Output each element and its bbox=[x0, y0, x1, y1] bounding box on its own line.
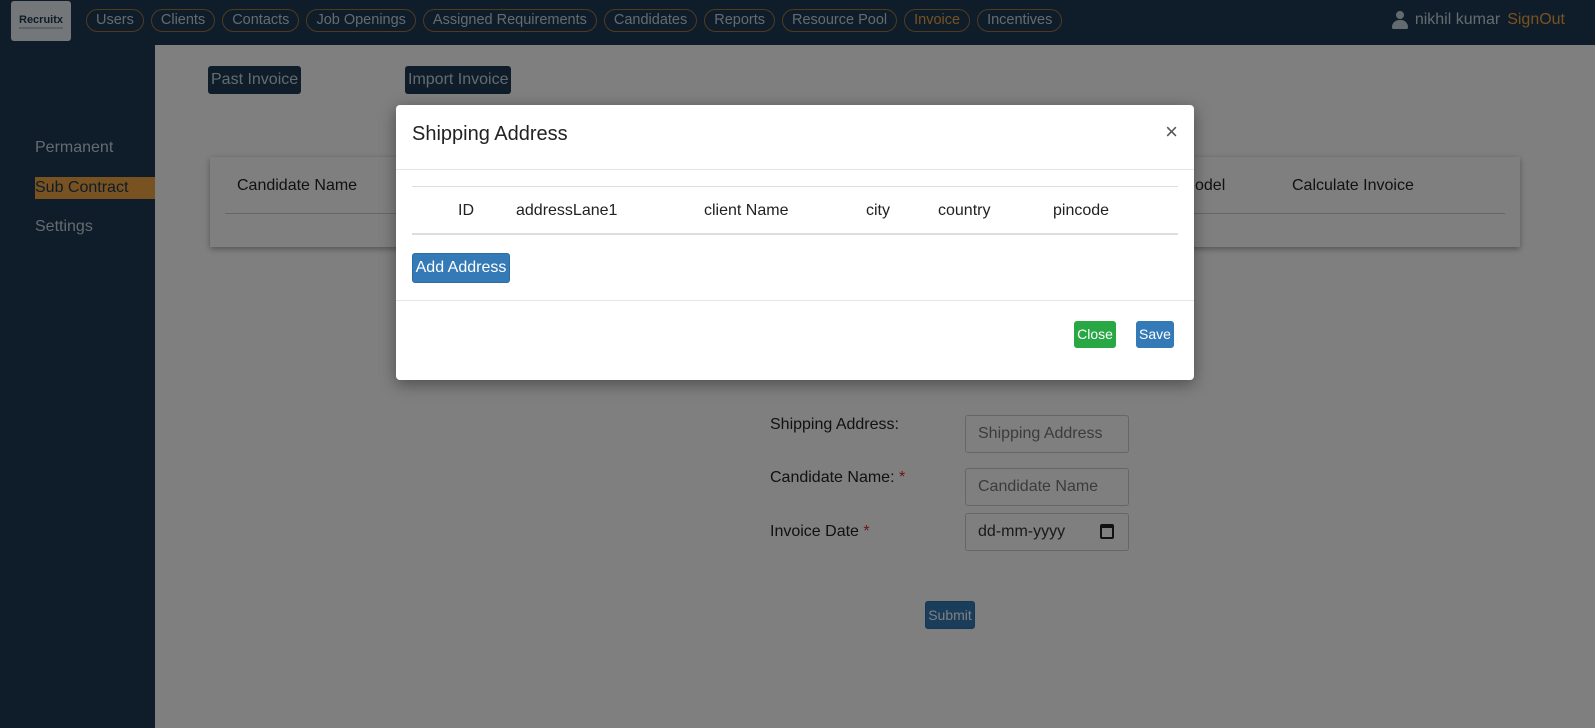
modal-footer-divider bbox=[396, 300, 1194, 301]
close-button[interactable]: Close bbox=[1074, 321, 1116, 348]
col-address-lane1: addressLane1 bbox=[516, 202, 618, 219]
add-address-button[interactable]: Add Address bbox=[412, 253, 510, 283]
col-country: country bbox=[938, 202, 991, 219]
col-id: ID bbox=[458, 202, 474, 219]
modal-header-divider bbox=[396, 169, 1194, 170]
close-icon[interactable]: × bbox=[1165, 119, 1178, 145]
col-pincode: pincode bbox=[1053, 202, 1110, 219]
shipping-address-modal: Shipping Address × ID addressLane1 clien… bbox=[396, 105, 1194, 380]
address-table-header: ID addressLane1 client Name city country… bbox=[412, 186, 1178, 235]
col-client-name: client Name bbox=[704, 202, 789, 219]
modal-title: Shipping Address bbox=[412, 123, 568, 145]
save-button[interactable]: Save bbox=[1136, 321, 1174, 348]
col-city: city bbox=[866, 202, 890, 219]
